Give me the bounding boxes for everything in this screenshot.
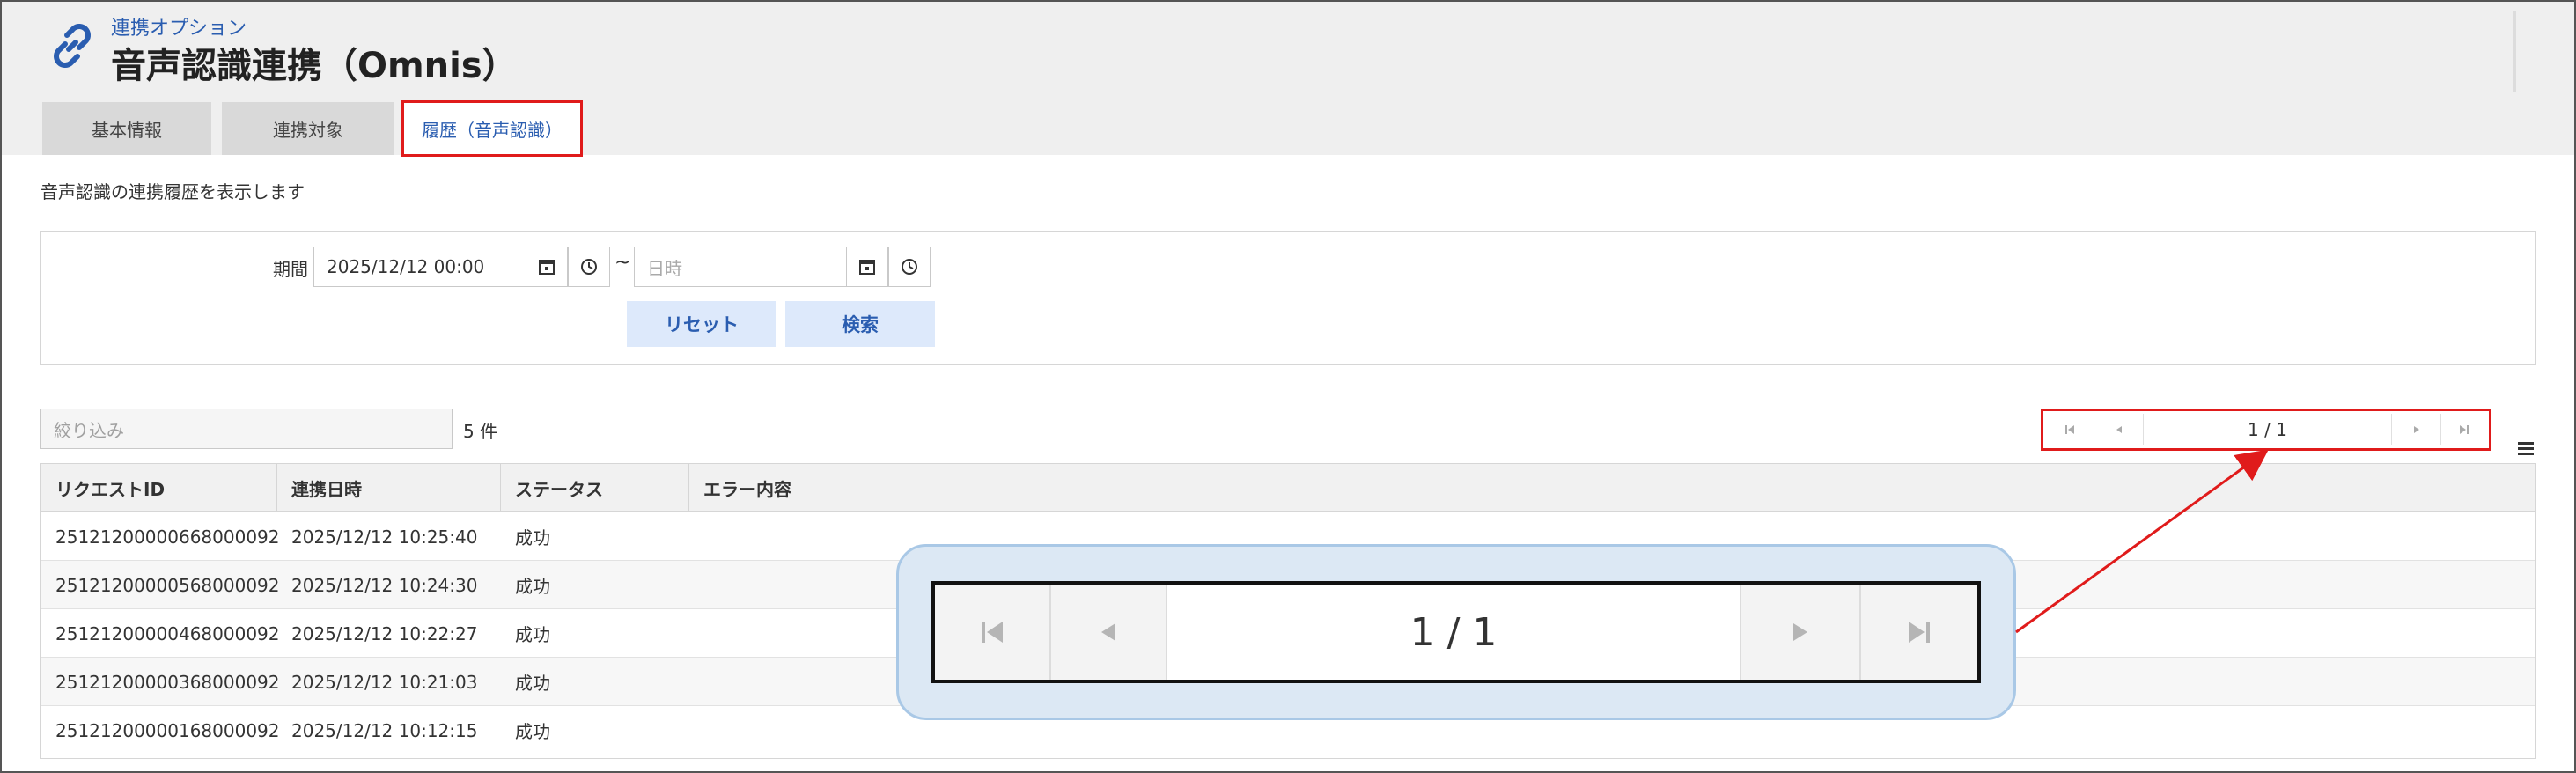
column-header-status[interactable]: ステータス [501, 464, 689, 512]
last-page-icon [1861, 585, 1977, 680]
first-page-icon[interactable] [2045, 414, 2094, 445]
tab-basic-info[interactable]: 基本情報 [42, 102, 211, 155]
calendar-icon[interactable] [846, 247, 888, 287]
next-page-icon [1741, 585, 1861, 680]
error-cell [689, 706, 703, 755]
status-cell: 成功 [515, 576, 550, 597]
error-cell [689, 609, 703, 658]
zoomed-pager: 1 / 1 [931, 581, 1981, 683]
filter-input[interactable]: 絞り込み [40, 409, 453, 449]
clock-icon[interactable] [888, 247, 931, 287]
column-header-request-id[interactable]: リクエストID [41, 464, 277, 512]
datetime-cell: 2025/12/12 10:12:15 [291, 719, 478, 741]
request-id-cell: 25121200000468000092 [55, 622, 280, 644]
search-button[interactable]: 検索 [785, 301, 935, 347]
header-divider [2513, 11, 2516, 92]
column-header-error[interactable]: エラー内容 [689, 464, 2535, 512]
table-header: リクエストID 連携日時 ステータス エラー内容 [41, 464, 2535, 512]
period-to-input[interactable]: 日時 [634, 247, 847, 287]
first-page-icon [935, 585, 1051, 680]
link-icon [54, 24, 91, 68]
page-title: 音声認識連携（Omnis） [111, 46, 518, 86]
page-description: 音声認識の連携履歴を表示します [40, 181, 305, 202]
period-label: 期間 [273, 259, 308, 280]
status-cell: 成功 [515, 721, 550, 742]
status-cell: 成功 [515, 673, 550, 694]
request-id-cell: 25121200000668000092 [55, 526, 280, 548]
column-menu-icon[interactable] [2516, 440, 2536, 456]
last-page-icon[interactable] [2441, 414, 2487, 445]
zoomed-page-indicator: 1 / 1 [1167, 585, 1741, 680]
reset-button[interactable]: リセット [627, 301, 776, 347]
status-cell: 成功 [515, 527, 550, 548]
clock-icon[interactable] [568, 247, 610, 287]
calendar-icon[interactable] [526, 247, 568, 287]
period-separator: ~ [615, 252, 631, 274]
next-page-icon[interactable] [2392, 414, 2441, 445]
request-id-cell: 25121200000568000092 [55, 574, 280, 596]
error-cell [689, 512, 703, 561]
datetime-cell: 2025/12/12 10:22:27 [291, 622, 478, 644]
tab-targets[interactable]: 連携対象 [222, 102, 394, 155]
error-cell [689, 561, 703, 609]
page-indicator: 1 / 1 [2144, 414, 2392, 445]
tab-label: 履歴（音声認識） [422, 119, 563, 141]
datetime-cell: 2025/12/12 10:25:40 [291, 526, 478, 548]
error-cell [689, 658, 703, 706]
status-cell: 成功 [515, 624, 550, 645]
tab-history[interactable]: 履歴（音声認識） [401, 100, 583, 157]
column-header-datetime[interactable]: 連携日時 [277, 464, 501, 512]
prev-page-icon [1051, 585, 1167, 680]
request-id-cell: 25121200000168000092 [55, 719, 280, 741]
pager: 1 / 1 [2041, 409, 2491, 451]
period-from-input[interactable]: 2025/12/12 00:00 [313, 247, 526, 287]
tab-label: 連携対象 [273, 119, 343, 141]
datetime-cell: 2025/12/12 10:21:03 [291, 671, 478, 693]
tab-label: 基本情報 [92, 119, 162, 141]
prev-page-icon[interactable] [2094, 414, 2144, 445]
result-count: 5 件 [463, 421, 498, 442]
request-id-cell: 25121200000368000092 [55, 671, 280, 693]
datetime-cell: 2025/12/12 10:24:30 [291, 574, 478, 596]
